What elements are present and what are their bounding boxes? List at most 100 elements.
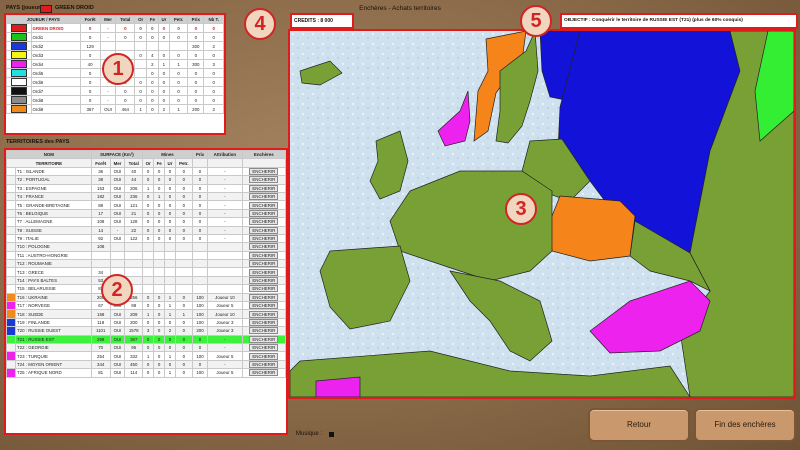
bid-button[interactable]: ENCHERIR [249, 335, 279, 343]
territory-owner-swatch [6, 292, 16, 303]
territory-cell: 200 [124, 317, 144, 328]
bid-button[interactable]: ENCHERIR [249, 293, 279, 301]
bid-button[interactable]: ENCHERIR [249, 327, 279, 335]
player-cell: 0 [134, 77, 147, 88]
territory-bid-cell: ENCHERIR [241, 175, 286, 185]
music-toggle[interactable] [329, 432, 334, 437]
bid-button[interactable]: ENCHERIR [249, 260, 279, 268]
player-row: Ordi8 0-0 0 0 0 0 0 0 [6, 95, 224, 106]
territory-cell: 0 [174, 208, 193, 219]
player-color-swatch [6, 77, 32, 88]
territory-owner-swatch [6, 334, 16, 345]
objective-text: OBJECTIF : Conquérir le territoire de RU… [564, 18, 743, 23]
back-button[interactable]: Retour [588, 408, 690, 442]
bid-button[interactable]: ENCHERIR [249, 277, 279, 285]
territory-row: T18 : SUEDE 158 OUI 209 1 0 1 1 100 Joueur 10 ENCH… [6, 309, 286, 319]
bid-button[interactable]: ENCHERIR [249, 319, 279, 326]
territory-attribution: - [207, 200, 243, 210]
territory-cell: 0 [153, 309, 166, 319]
player-color-swatch [6, 86, 32, 97]
player-cell: 0 [134, 32, 147, 43]
territory-name: T15 : BELARUSSIE [15, 284, 92, 294]
territory-bid-cell: ENCHERIR [241, 351, 286, 361]
bid-button[interactable]: ENCHERIR [249, 226, 279, 234]
territory-name: T12 : ROUMANIE [15, 259, 92, 269]
territory-bid-cell: ENCHERIR [241, 242, 286, 252]
territory-owner-swatch [6, 359, 16, 370]
territory-cell: 0 [174, 191, 193, 202]
player-cell: 0 [187, 95, 205, 106]
territory-name: T24 : MOYEN ORIENT [15, 359, 92, 370]
territory-cell [191, 242, 209, 252]
territory-owner-swatch [6, 217, 16, 227]
players-col-header: Petr. [169, 14, 189, 25]
player-cell: 0 [115, 32, 136, 43]
map-canvas[interactable] [290, 31, 794, 397]
territory-cell [153, 242, 166, 252]
territory-cell [191, 259, 209, 269]
bid-button[interactable]: ENCHERIR [249, 243, 279, 251]
player-cell: 0 [134, 86, 147, 97]
territory-name: T7 : ALLEMAGNE [15, 217, 92, 227]
bid-button[interactable]: ENCHERIR [249, 302, 279, 310]
territory-cell: 100 [191, 292, 209, 303]
bid-button[interactable]: ENCHERIR [249, 268, 279, 276]
territory-owner-swatch [6, 259, 16, 269]
bid-button[interactable]: ENCHERIR [249, 209, 279, 217]
territory-attribution: Joueur 3 [207, 317, 243, 328]
territory-bid-cell: ENCHERIR [241, 183, 286, 193]
territory-cell: 0 [174, 292, 193, 303]
territory-name: T14 : PAYS BALTES [15, 275, 92, 286]
territory-cell [109, 242, 126, 252]
end-auction-button[interactable]: Fin des enchères [694, 408, 796, 442]
territory-cell: 0 [164, 175, 176, 185]
bid-button[interactable]: ENCHERIR [249, 369, 279, 377]
territory-owner-swatch [6, 191, 16, 202]
bid-button[interactable]: ENCHERIR [249, 360, 279, 368]
player-cell: 0 [203, 86, 224, 97]
player-cell [134, 41, 147, 52]
territory-cell: OUI [109, 326, 126, 336]
bid-button[interactable]: ENCHERIR [249, 184, 279, 192]
credits-text: CREDITS : 8 000 [294, 18, 333, 24]
player-cell [134, 68, 147, 79]
bid-button[interactable]: ENCHERIR [249, 201, 279, 209]
player-row: Ordi1 0-0 0 0 0 0 0 0 [6, 32, 224, 43]
territory-cell [90, 250, 111, 261]
territory-cell [142, 275, 155, 286]
territory-attribution: - [207, 225, 243, 235]
bid-button[interactable]: ENCHERIR [249, 176, 279, 184]
territory-bid-cell: ENCHERIR [241, 250, 286, 261]
territory-cell: 0 [164, 191, 176, 202]
player-cell: 0 [79, 95, 101, 106]
bid-button[interactable]: ENCHERIR [249, 344, 279, 352]
bid-button[interactable]: ENCHERIR [249, 310, 279, 318]
player-cell: 0 [79, 23, 101, 34]
bid-button[interactable]: ENCHERIR [249, 251, 279, 259]
territory-attribution [207, 259, 243, 269]
bid-button[interactable]: ENCHERIR [249, 285, 279, 293]
player-row: GREEN DROID 0-0 0 0 0 0 0 0 [6, 23, 224, 34]
territory-cell: 0 [164, 359, 176, 370]
territory-cell [142, 267, 155, 277]
players-col-header: Or [134, 14, 147, 25]
bid-button[interactable]: ENCHERIR [249, 167, 279, 175]
bid-button[interactable]: ENCHERIR [249, 235, 279, 243]
bid-button[interactable]: ENCHERIR [249, 218, 279, 226]
territory-cell: 0 [153, 359, 166, 370]
territory-attribution: Joueur 5 [207, 368, 243, 378]
bid-button[interactable]: ENCHERIR [249, 352, 279, 360]
territory-cell: 0 [153, 233, 166, 244]
territory-row: T17 : NORVEGE67OUI980010100Joueur 5ENCHE… [6, 301, 286, 311]
europe-map[interactable] [288, 29, 796, 399]
territory-cell: 0 [174, 359, 193, 370]
territory-cell: 0 [191, 342, 209, 353]
player-cell: 0 [169, 68, 189, 79]
territory-attribution: - [207, 208, 243, 219]
bid-button[interactable]: ENCHERIR [249, 193, 279, 201]
territory-row: T10 : POLOGNE 108 ENCHERIR [6, 242, 286, 252]
territory-cell: 1 [164, 309, 176, 319]
territory-ukraine [549, 195, 636, 262]
player-color-chip [10, 87, 27, 96]
territory-bid-cell: ENCHERIR [241, 284, 286, 294]
